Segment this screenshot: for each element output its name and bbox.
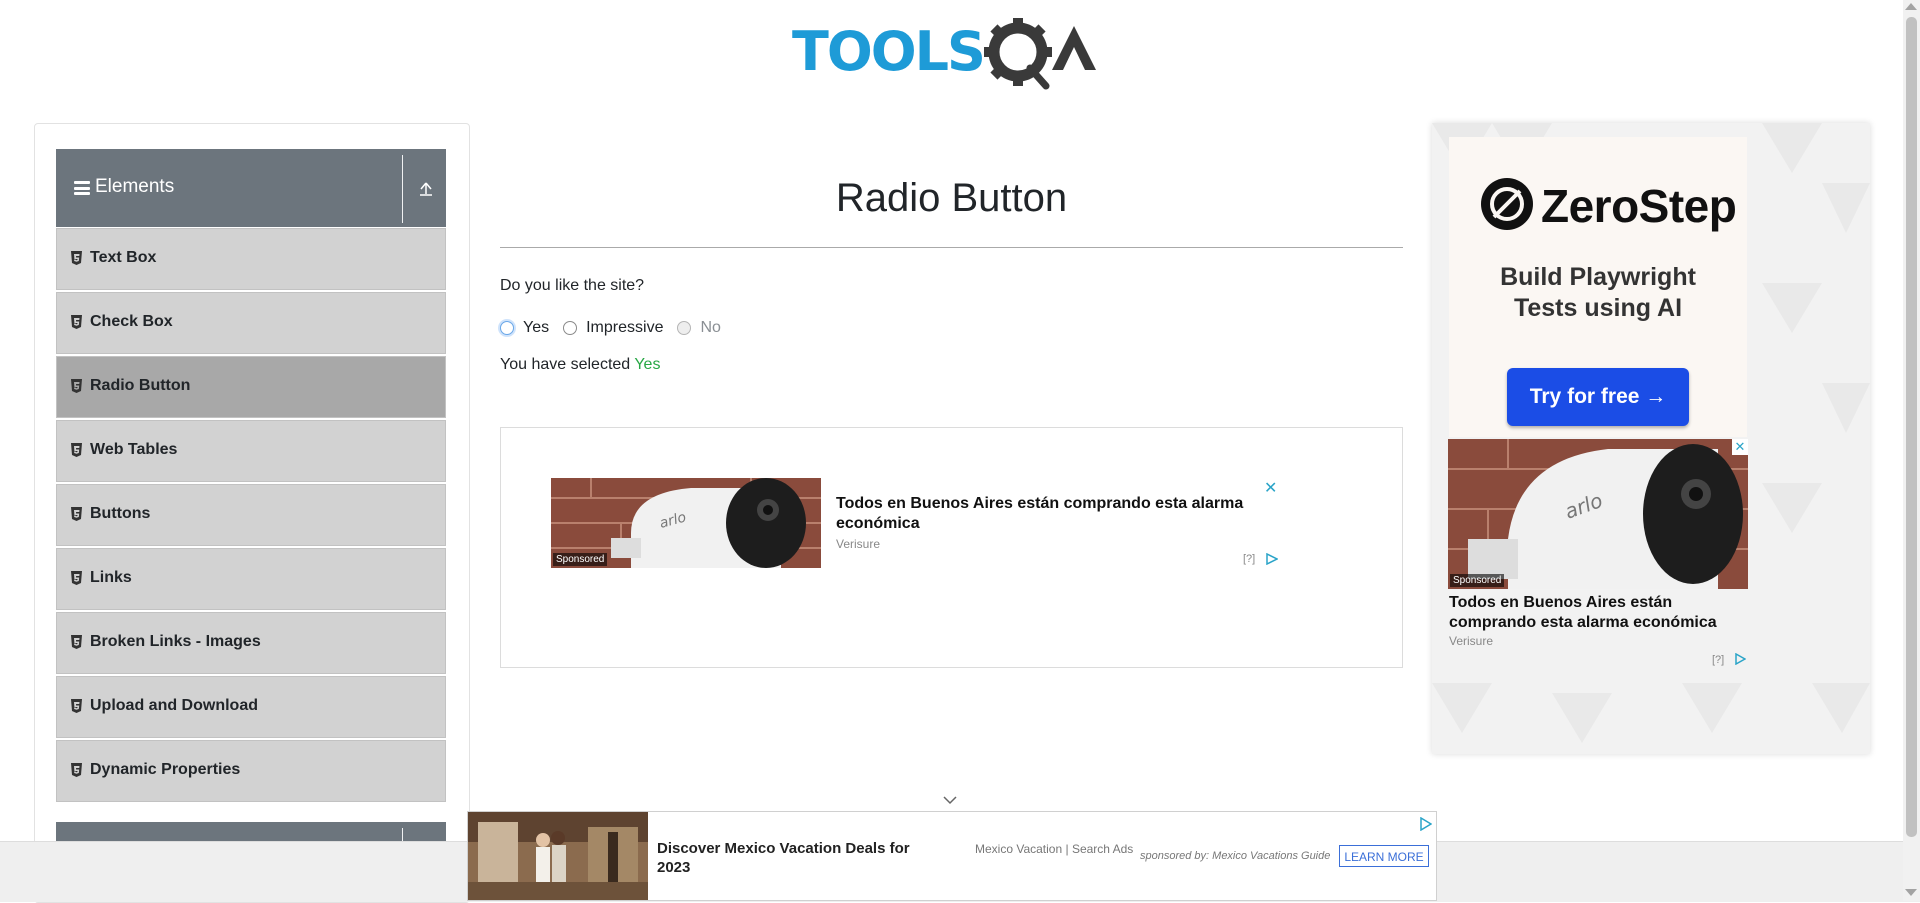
scrollbar-thumb[interactable] bbox=[1906, 17, 1917, 837]
ad-image[interactable]: arlo Sponsored bbox=[551, 478, 821, 568]
sidebar-item-web-tables[interactable]: Web Tables bbox=[56, 420, 446, 482]
sidebar-item-label: Web Tables bbox=[90, 441, 178, 458]
html5-icon bbox=[71, 315, 82, 329]
bottom-ad-image[interactable] bbox=[468, 812, 648, 900]
sidebar-item-label: Buttons bbox=[90, 505, 151, 522]
html5-icon bbox=[71, 379, 82, 393]
question-text: Do you like the site? bbox=[500, 277, 645, 294]
sidebar: Elements Text Box Check Box Radio Button… bbox=[34, 123, 470, 903]
scroll-up-arrow-icon[interactable] bbox=[1905, 3, 1917, 10]
sidebar-item-links[interactable]: Links bbox=[56, 548, 446, 610]
ad-info-link[interactable]: [?] bbox=[1712, 654, 1724, 666]
menu-icon bbox=[74, 181, 90, 195]
radio-impressive[interactable]: Impressive bbox=[563, 319, 663, 337]
sponsored-tag: Sponsored bbox=[553, 553, 608, 566]
close-icon[interactable]: ✕ bbox=[1732, 439, 1748, 455]
html5-icon bbox=[71, 251, 82, 265]
bottom-ad-sponsor: sponsored by: Mexico Vacations Guide bbox=[1140, 850, 1331, 862]
zerostep-brand: ZeroStep bbox=[1541, 180, 1737, 232]
tagline-line-2: Tests using AI bbox=[1513, 294, 1683, 322]
bottom-banner-ad[interactable]: Discover Mexico Vacation Deals for 2023 … bbox=[467, 811, 1437, 901]
sidebar-item-broken-links[interactable]: Broken Links - Images bbox=[56, 612, 446, 674]
ad-info-link[interactable]: [?] bbox=[1243, 553, 1255, 565]
html5-icon bbox=[71, 635, 82, 649]
bottom-ad-subtitle[interactable]: Mexico Vacation | Search Ads bbox=[975, 842, 1135, 857]
radio-impressive-input[interactable] bbox=[563, 321, 578, 335]
chevron-down-icon[interactable] bbox=[942, 795, 958, 805]
sidebar-item-label: Links bbox=[90, 569, 132, 586]
sidebar-item-label: Broken Links - Images bbox=[90, 633, 261, 650]
ad-brand[interactable]: Verisure bbox=[836, 537, 880, 551]
security-camera-image: arlo bbox=[1448, 439, 1748, 589]
zerostep-card[interactable]: ZeroStep Build Playwright Tests using AI… bbox=[1449, 137, 1747, 437]
sidebar-item-label: Upload and Download bbox=[90, 697, 258, 714]
right-ad-image[interactable]: arlo Sponsored ✕ bbox=[1448, 439, 1748, 589]
zerostep-tagline: Build Playwright Tests using AI bbox=[1449, 262, 1747, 324]
toolsqa-logo[interactable]: TOOLS bbox=[790, 14, 1120, 94]
radio-impressive-label[interactable]: Impressive bbox=[586, 319, 663, 337]
sidebar-item-dynamic-properties[interactable]: Dynamic Properties bbox=[56, 740, 446, 802]
radio-group: Yes Impressive No bbox=[500, 316, 735, 340]
sidebar-item-buttons[interactable]: Buttons bbox=[56, 484, 446, 546]
sidebar-item-upload-download[interactable]: Upload and Download bbox=[56, 676, 446, 738]
title-divider bbox=[500, 247, 1403, 248]
radio-no-input bbox=[677, 321, 692, 335]
group-title: Elements bbox=[95, 176, 175, 197]
radio-no-label: No bbox=[700, 319, 721, 336]
collapse-arrow-icon[interactable] bbox=[416, 179, 436, 199]
sidebar-item-check-box[interactable]: Check Box bbox=[56, 292, 446, 354]
right-ad-headline[interactable]: Todos en Buenos Aires están comprando es… bbox=[1449, 593, 1749, 633]
html5-icon bbox=[71, 763, 82, 777]
svg-text:TOOLS: TOOLS bbox=[792, 20, 984, 83]
page-title: Radio Button bbox=[835, 176, 1068, 220]
sidebar-item-label: Text Box bbox=[90, 249, 157, 266]
html5-icon bbox=[71, 443, 82, 457]
html5-icon bbox=[71, 571, 82, 585]
elements-menu: Text Box Check Box Radio Button Web Tabl… bbox=[56, 228, 446, 804]
vacation-photo-image bbox=[468, 812, 648, 900]
inline-ad[interactable]: arlo Sponsored Todos en Buenos Aires est… bbox=[500, 427, 1403, 668]
right-ad-brand[interactable]: Verisure bbox=[1449, 634, 1493, 648]
ad-headline[interactable]: Todos en Buenos Aires están comprando es… bbox=[836, 494, 1256, 534]
radio-yes-label[interactable]: Yes bbox=[523, 319, 549, 337]
html5-icon bbox=[71, 507, 82, 521]
radio-yes-input[interactable] bbox=[500, 321, 514, 335]
try-for-free-button[interactable]: Try for free → bbox=[1507, 368, 1689, 426]
sidebar-item-label: Radio Button bbox=[90, 377, 191, 394]
sidebar-item-label: Dynamic Properties bbox=[90, 761, 241, 778]
adchoices-icon[interactable] bbox=[1266, 553, 1278, 565]
radio-yes[interactable]: Yes bbox=[500, 319, 549, 337]
result-prefix: You have selected bbox=[500, 356, 631, 373]
right-ad[interactable]: ZeroStep Build Playwright Tests using AI… bbox=[1432, 123, 1870, 754]
sponsored-tag: Sponsored bbox=[1450, 574, 1505, 587]
bottom-ad-title[interactable]: Discover Mexico Vacation Deals for 2023 bbox=[657, 839, 947, 877]
zerostep-logo-icon bbox=[1481, 178, 1533, 230]
learn-more-button[interactable]: LEARN MORE bbox=[1339, 845, 1429, 867]
sidebar-item-label: Check Box bbox=[90, 313, 173, 330]
elements-group-header[interactable]: Elements bbox=[56, 149, 446, 227]
html5-icon bbox=[71, 699, 82, 713]
header-divider bbox=[402, 155, 403, 223]
result-value: Yes bbox=[634, 356, 661, 373]
radio-no: No bbox=[677, 319, 721, 337]
selection-result: You have selected Yes bbox=[500, 356, 660, 374]
scroll-down-arrow-icon[interactable] bbox=[1905, 889, 1917, 896]
close-icon[interactable]: ✕ bbox=[1264, 478, 1277, 498]
adchoices-icon[interactable] bbox=[1418, 817, 1432, 831]
sidebar-item-text-box[interactable]: Text Box bbox=[56, 228, 446, 290]
tagline-line-1: Build Playwright bbox=[1500, 263, 1696, 291]
adchoices-icon[interactable] bbox=[1734, 653, 1746, 665]
sidebar-item-radio-button[interactable]: Radio Button bbox=[56, 356, 446, 418]
